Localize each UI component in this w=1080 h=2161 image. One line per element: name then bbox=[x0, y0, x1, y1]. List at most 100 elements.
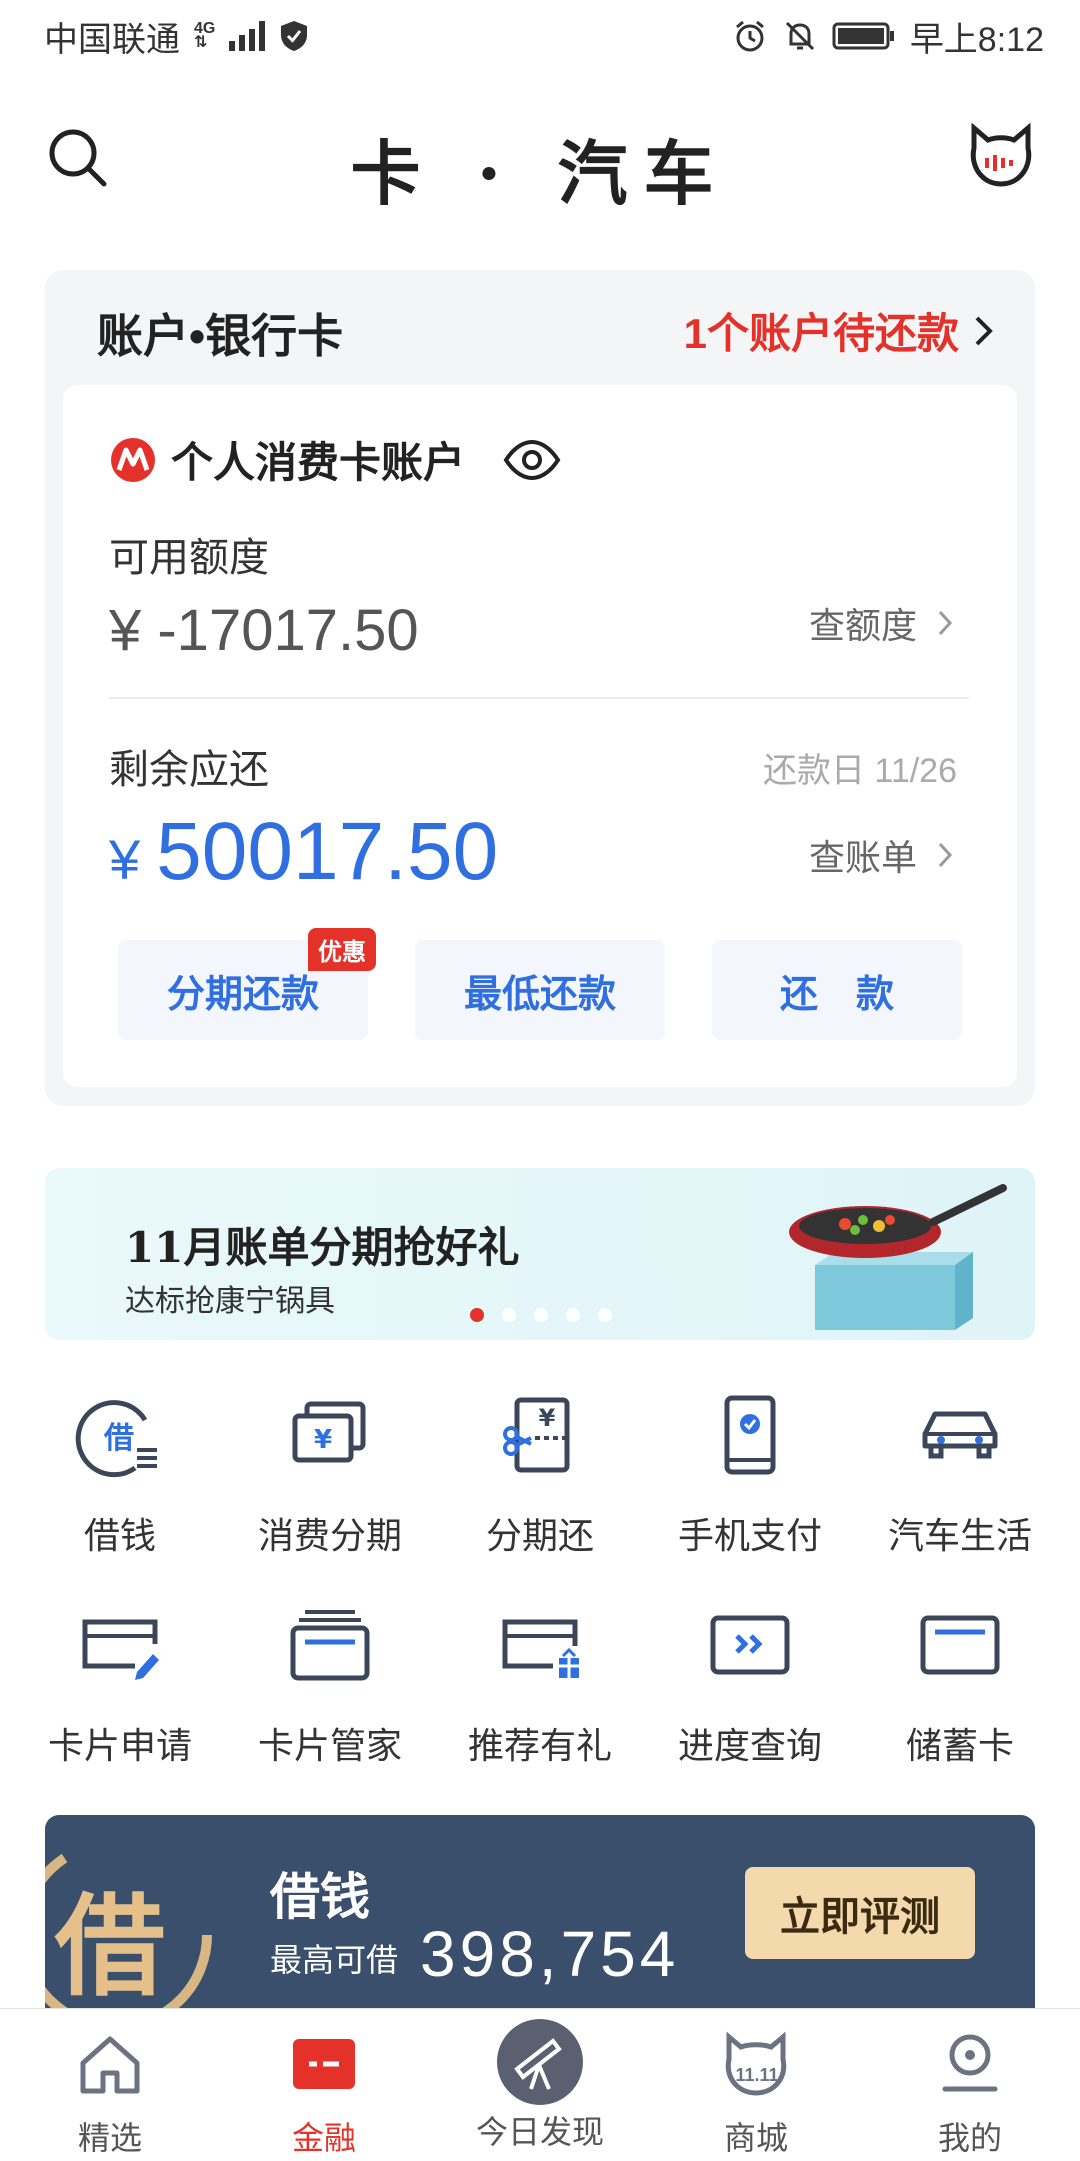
carousel-dot bbox=[502, 1308, 516, 1322]
telescope-icon bbox=[497, 2019, 583, 2105]
alarm-icon bbox=[735, 20, 764, 52]
shortcut-car-life[interactable]: 汽车生活 bbox=[855, 1390, 1065, 1559]
installment-repay-button[interactable]: 分期还款 优惠 bbox=[118, 928, 376, 1040]
carousel-indicator bbox=[470, 1308, 612, 1322]
shortcut-debit-card[interactable]: 储蓄卡 bbox=[855, 1600, 1065, 1769]
loan-emblem: 借 bbox=[55, 1882, 165, 2011]
progress-query-icon bbox=[710, 1615, 790, 1675]
carousel-dot bbox=[598, 1308, 612, 1322]
shortcut-card-apply[interactable]: 卡片申请 bbox=[15, 1600, 225, 1769]
check-limit-link[interactable]: 查额度 bbox=[809, 597, 953, 649]
loan-title: 借钱 bbox=[270, 1869, 370, 1925]
banner-title: 11月账单分期抢好礼 bbox=[125, 1223, 520, 1272]
shortcut-card-manager[interactable]: 卡片管家 bbox=[225, 1600, 435, 1769]
promo-banner[interactable]: 11月账单分期抢好礼 达标抢康宁锅具 bbox=[45, 1168, 1035, 1340]
mall-cat-icon bbox=[725, 2031, 787, 2096]
shortcut-installment-repay[interactable]: ¥ 分期还 bbox=[435, 1390, 645, 1559]
loan-subtitle: 最高可借 bbox=[270, 1942, 399, 1978]
signal-icon bbox=[229, 21, 266, 51]
shortcut-label: 卡片管家 bbox=[257, 1725, 402, 1766]
evaluate-now-button[interactable]: 立即评测 bbox=[745, 1867, 975, 1959]
check-bill-link[interactable]: 查账单 bbox=[809, 829, 953, 881]
installment-repay-icon: ¥ bbox=[503, 1397, 570, 1473]
svg-text:¥: ¥ bbox=[314, 1425, 332, 1455]
remaining-due-label: 剩余应还 bbox=[109, 748, 269, 792]
nav-item-finance[interactable]: 金融 bbox=[254, 2029, 394, 2159]
shortcut-installment[interactable]: ¥ 消费分期 bbox=[225, 1390, 435, 1559]
car-icon bbox=[922, 1411, 998, 1459]
chevron-right-icon bbox=[938, 610, 953, 636]
available-limit-label: 可用额度 bbox=[109, 536, 269, 580]
battery-icon bbox=[832, 22, 894, 50]
shortcut-referral[interactable]: 推荐有礼 bbox=[435, 1600, 645, 1769]
carousel-dot bbox=[566, 1308, 580, 1322]
nav-item-discover[interactable]: 今日发现 bbox=[470, 2019, 610, 2153]
shortcut-mobile-pay[interactable]: 手机支付 bbox=[645, 1390, 855, 1559]
clock: 早上8:12 bbox=[909, 20, 1044, 59]
minimum-repay-button[interactable]: 最低还款 bbox=[415, 940, 665, 1040]
nav-item-profile[interactable]: 我的 bbox=[900, 2029, 1040, 2159]
bottom-nav: 精选 金融 今日发现 11.11 商城 我的 bbox=[0, 2008, 1080, 2161]
wok-pan-image bbox=[789, 1184, 1007, 1330]
page-title: 卡 · 汽车 bbox=[350, 132, 730, 215]
account-section-title: 账户•银行卡 bbox=[97, 310, 344, 362]
bank-logo-icon bbox=[111, 437, 155, 482]
shortcut-borrow[interactable]: 借 借钱 bbox=[15, 1390, 225, 1559]
shortcut-label: 手机支付 bbox=[677, 1515, 822, 1556]
divider bbox=[109, 697, 969, 699]
shortcut-label: 储蓄卡 bbox=[905, 1725, 1014, 1766]
credit-card-panel: 个人消费卡账户 可用额度 ¥ -17017.50 查额度 剩余应还 还款日 11… bbox=[63, 385, 1017, 1087]
due-date: 还款日 11/26 bbox=[762, 752, 957, 790]
nav-label: 金融 bbox=[291, 2120, 356, 2156]
nav-label: 精选 bbox=[77, 2120, 142, 2156]
nav-label: 我的 bbox=[937, 2120, 1002, 2156]
card-title-row: 个人消费卡账户 bbox=[109, 429, 561, 490]
shortcut-label: 汽车生活 bbox=[887, 1515, 1032, 1556]
chevron-right-icon bbox=[938, 842, 953, 868]
nav-label: 今日发现 bbox=[475, 2114, 604, 2150]
shortcut-label: 卡片申请 bbox=[47, 1725, 192, 1766]
status-bar: 中国联通 4G ⇅ 早上8:12 bbox=[0, 0, 1080, 72]
carousel-dot bbox=[534, 1308, 548, 1322]
card-apply-icon bbox=[82, 1619, 159, 1680]
available-limit-value: ¥ -17017.50 bbox=[109, 598, 419, 663]
nav-label: 商城 bbox=[723, 2120, 788, 2156]
referral-gift-icon bbox=[502, 1619, 579, 1678]
remaining-due-amount: ¥ 50017.50 bbox=[109, 806, 499, 897]
borrow-icon: 借 bbox=[75, 1400, 157, 1478]
finance-card-icon bbox=[293, 2039, 355, 2089]
eye-icon[interactable] bbox=[503, 439, 561, 480]
app-header: 卡 · 汽车 bbox=[0, 100, 1080, 220]
loan-amount: 398,754 bbox=[420, 1918, 680, 1990]
discount-badge: 优惠 bbox=[308, 928, 376, 971]
shortcut-label: 推荐有礼 bbox=[467, 1725, 612, 1766]
account-card: 账户•银行卡 1个账户待还款 个人消费卡账户 可用额度 ¥ -17017.50 … bbox=[45, 270, 1035, 1106]
mobile-pay-icon bbox=[724, 1395, 776, 1475]
carrier-label: 中国联通 bbox=[44, 20, 180, 59]
banner-subtitle: 达标抢康宁锅具 bbox=[125, 1285, 335, 1318]
nav-item-mall[interactable]: 11.11 商城 bbox=[686, 2029, 826, 2159]
debit-card-icon bbox=[920, 1615, 1000, 1675]
installment-icon: ¥ bbox=[292, 1401, 366, 1463]
card-manager-icon bbox=[290, 1610, 370, 1681]
shortcut-label: 借钱 bbox=[83, 1515, 156, 1556]
shortcut-label: 进度查询 bbox=[677, 1725, 822, 1766]
network-indicator: 4G ⇅ bbox=[194, 20, 216, 51]
home-icon bbox=[80, 2036, 140, 2094]
chevron-right-icon bbox=[975, 316, 993, 345]
profile-icon bbox=[942, 2034, 998, 2092]
repayment-alert-link[interactable]: 1个账户待还款 bbox=[684, 300, 995, 361]
loan-banner[interactable]: 借 借钱 最高可借 398,754 立即评测 bbox=[45, 1815, 1035, 2015]
svg-text:借: 借 bbox=[103, 1421, 134, 1456]
repay-button[interactable]: 还 款 bbox=[712, 940, 962, 1040]
mute-icon bbox=[785, 21, 814, 51]
svg-text:¥: ¥ bbox=[539, 1404, 556, 1432]
card-name: 个人消费卡账户 bbox=[171, 439, 466, 486]
shield-check-icon bbox=[281, 21, 308, 51]
mall-icon-text: 11.11 bbox=[735, 2065, 779, 2085]
shortcut-label: 消费分期 bbox=[257, 1515, 402, 1556]
nav-item-home[interactable]: 精选 bbox=[40, 2029, 180, 2159]
service-cat-icon[interactable] bbox=[968, 120, 1034, 190]
carousel-dot-active bbox=[470, 1308, 484, 1322]
shortcut-progress[interactable]: 进度查询 bbox=[645, 1600, 855, 1769]
